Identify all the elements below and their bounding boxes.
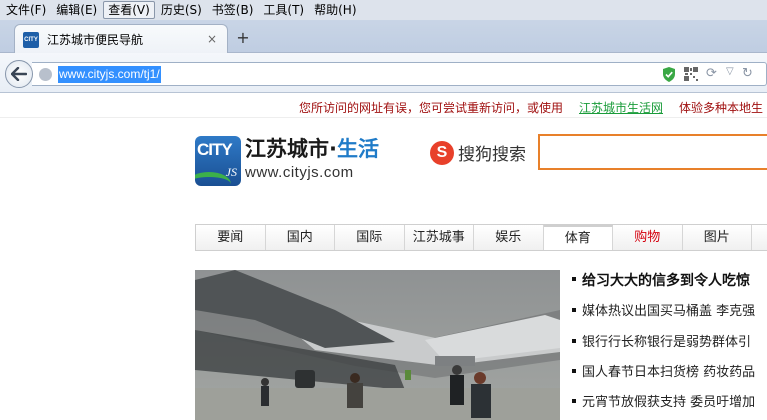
menu-view[interactable]: 查看(V) <box>103 1 155 19</box>
menu-help[interactable]: 帮助(H) <box>310 1 360 19</box>
headline-lead-text: 给习大大的信多到令人吃惊 <box>582 273 750 289</box>
browser-tab[interactable]: CITY 江苏城市便民导航 × <box>14 24 228 54</box>
headline-item-text: 国人春节日本扫货榜 药妆药品 <box>582 365 756 380</box>
category-tab-news[interactable]: 要闻 <box>196 225 266 250</box>
menu-tools[interactable]: 工具(T) <box>259 1 308 19</box>
sogou-brand-text: 搜狗搜索 <box>458 145 526 165</box>
headline-item-text: 元宵节放假获支持 委员吁增加 <box>582 395 756 410</box>
shield-icon[interactable] <box>662 67 676 82</box>
category-tab-entertainment[interactable]: 娱乐 <box>474 225 544 250</box>
bullet-icon <box>572 338 576 343</box>
arrow-left-icon <box>11 67 27 81</box>
logo-name: 江苏城市·生活 <box>245 136 379 162</box>
category-tab-jiangsu[interactable]: 江苏城事 <box>405 225 474 250</box>
globe-icon <box>39 68 52 81</box>
category-tab-domestic[interactable]: 国内 <box>266 225 335 250</box>
menu-history[interactable]: 历史(S) <box>157 1 206 19</box>
bullet-icon <box>572 398 576 403</box>
new-tab-button[interactable]: + <box>234 29 252 47</box>
search-input[interactable] <box>538 134 767 170</box>
category-tab-photos[interactable]: 图片 <box>683 225 752 250</box>
close-tab-icon[interactable]: × <box>205 32 219 46</box>
sogou-search-brand: S 搜狗搜索 <box>430 140 526 165</box>
headline-item[interactable]: 银行行长称银行是弱势群体引 <box>572 331 751 350</box>
logo-name-accent: 生活 <box>336 137 379 161</box>
tab-title: 江苏城市便民导航 <box>47 33 144 47</box>
logo-mark-sub: JS <box>225 165 237 179</box>
url-text[interactable]: www.cityjs.com/tj1/ <box>58 66 161 83</box>
site-logo[interactable]: CITY JS 江苏城市·生活 www.cityjs.com <box>195 136 379 186</box>
compatibility-icon[interactable]: ⟳ <box>706 66 717 81</box>
logo-text: 江苏城市·生活 www.cityjs.com <box>245 136 379 182</box>
category-tab-sports[interactable]: 体育 <box>543 225 613 250</box>
notice-message: 您所访问的网址有误，您可尝试重新访问，或使用 <box>299 101 564 115</box>
qr-code-icon[interactable] <box>684 67 698 81</box>
headline-lead[interactable]: 给习大大的信多到令人吃惊 <box>572 270 750 290</box>
headline-item[interactable]: 媒体热议出国买马桶盖 李克强 <box>572 300 755 319</box>
menu-edit[interactable]: 编辑(E) <box>52 1 101 19</box>
airplane-scene-image <box>195 270 560 420</box>
error-notice: 您所访问的网址有误，您可尝试重新访问，或使用 江苏城市生活网 体验多种本地生 <box>0 94 767 118</box>
logo-mark-text: CITY <box>197 140 233 159</box>
headline-item[interactable]: 国人春节日本扫货榜 药妆药品 <box>572 361 755 380</box>
news-photo[interactable] <box>195 270 560 420</box>
category-tab-international[interactable]: 国际 <box>335 225 405 250</box>
navigation-bar: www.cityjs.com/tj1/ ⟳ ▽ ↻ <box>0 53 767 93</box>
site-favicon-icon: CITY <box>23 31 39 48</box>
reload-icon[interactable]: ↻ <box>742 66 753 81</box>
notice-link[interactable]: 江苏城市生活网 <box>579 99 663 116</box>
logo-url: www.cityjs.com <box>245 164 354 181</box>
category-tab-shopping[interactable]: 购物 <box>613 225 683 250</box>
menu-bar: 文件(F) 编辑(E) 查看(V) 历史(S) 书签(B) 工具(T) 帮助(H… <box>0 0 767 20</box>
back-button[interactable] <box>5 60 33 88</box>
menu-file[interactable]: 文件(F) <box>2 1 50 19</box>
url-bar[interactable]: www.cityjs.com/tj1/ ⟳ ▽ ↻ <box>32 62 767 86</box>
notice-tail: 体验多种本地生 <box>679 101 764 115</box>
bullet-icon <box>572 368 576 373</box>
headline-item-text: 银行行长称银行是弱势群体引 <box>582 335 752 350</box>
bullet-icon <box>572 277 576 281</box>
sogou-logo-icon: S <box>430 140 454 165</box>
logo-name-main: 江苏城市· <box>245 137 337 161</box>
category-nav: 要闻 国内 国际 江苏城事 娱乐 体育 购物 图片 <box>195 224 767 251</box>
city-logo-icon: CITY JS <box>195 136 241 186</box>
bullet-icon <box>572 307 576 312</box>
headline-item[interactable]: 元宵节放假获支持 委员吁增加 <box>572 391 755 410</box>
tab-strip: CITY 江苏城市便民导航 × + <box>0 20 767 54</box>
headline-item-text: 媒体热议出国买马桶盖 李克强 <box>582 304 756 319</box>
chevron-down-icon[interactable]: ▽ <box>726 66 734 77</box>
menu-bookmarks[interactable]: 书签(B) <box>208 1 258 19</box>
